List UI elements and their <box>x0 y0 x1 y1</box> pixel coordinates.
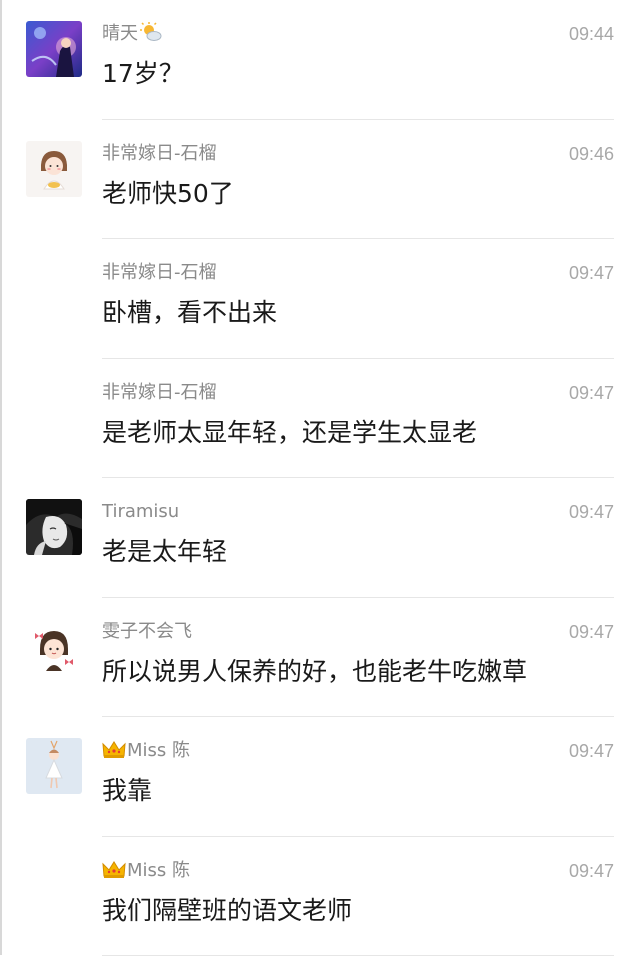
sender-name: 非常嫁日-石榴 <box>102 142 217 166</box>
user-avatar[interactable] <box>26 21 82 77</box>
message-time: 09:46 <box>569 142 614 166</box>
message-text[interactable]: 老师快50了 <box>102 177 234 211</box>
chat-message: 非常嫁日-石榴 09:47 是老师太显年轻，还是学生太显老 <box>0 359 640 479</box>
user-avatar[interactable] <box>26 738 82 794</box>
sender-name: 非常嫁日-石榴 <box>102 381 217 405</box>
message-text[interactable]: 所以说男人保养的好，也能老牛吃嫩草 <box>102 655 527 689</box>
message-time: 09:47 <box>569 620 614 644</box>
sun-cloud-emoji-icon <box>140 22 162 49</box>
chat-message: Miss 陈 09:47 我靠 <box>0 717 640 837</box>
message-time: 09:47 <box>569 381 614 405</box>
user-avatar[interactable] <box>26 141 82 197</box>
message-time: 09:47 <box>569 500 614 524</box>
message-text[interactable]: 老是太年轻 <box>102 535 227 569</box>
sender-name: Miss 陈 <box>102 859 190 886</box>
message-text[interactable]: 17岁？ <box>102 57 184 91</box>
user-avatar[interactable] <box>26 499 82 555</box>
sender-name: 非常嫁日-石榴 <box>102 261 217 285</box>
chat-message: Tiramisu 09:47 老是太年轻 <box>0 478 640 598</box>
message-time: 09:44 <box>569 22 614 46</box>
message-time: 09:47 <box>569 739 614 763</box>
sender-name: 晴天 <box>102 22 162 49</box>
chat-message: 雯子不会飞 09:47 所以说男人保养的好，也能老牛吃嫩草 <box>0 598 640 718</box>
chat-message: 非常嫁日-石榴 09:47 卧槽，看不出来 <box>0 239 640 359</box>
chat-message: 非常嫁日-石榴 09:46 老师快50了 <box>0 120 640 240</box>
message-text[interactable]: 是老师太显年轻，还是学生太显老 <box>102 416 477 450</box>
message-time: 09:47 <box>569 859 614 883</box>
message-text[interactable]: 我靠 <box>102 774 152 808</box>
user-avatar[interactable] <box>26 619 82 675</box>
sender-name: 雯子不会飞 <box>102 620 192 644</box>
message-time: 09:47 <box>569 261 614 285</box>
chat-message-list[interactable]: 晴天 09:44 17岁？ 非常嫁日-石榴 09:46 老师快50了 非 <box>0 0 640 955</box>
sender-name: Miss 陈 <box>102 739 190 766</box>
message-text[interactable]: 我们隔壁班的语文老师 <box>102 894 352 928</box>
chat-message: Miss 陈 09:47 我们隔壁班的语文老师 <box>0 837 640 956</box>
crown-icon <box>102 860 126 886</box>
sender-name: Tiramisu <box>102 500 179 524</box>
message-text[interactable]: 卧槽，看不出来 <box>102 296 277 330</box>
chat-message: 晴天 09:44 17岁？ <box>0 0 640 120</box>
crown-icon <box>102 740 126 766</box>
